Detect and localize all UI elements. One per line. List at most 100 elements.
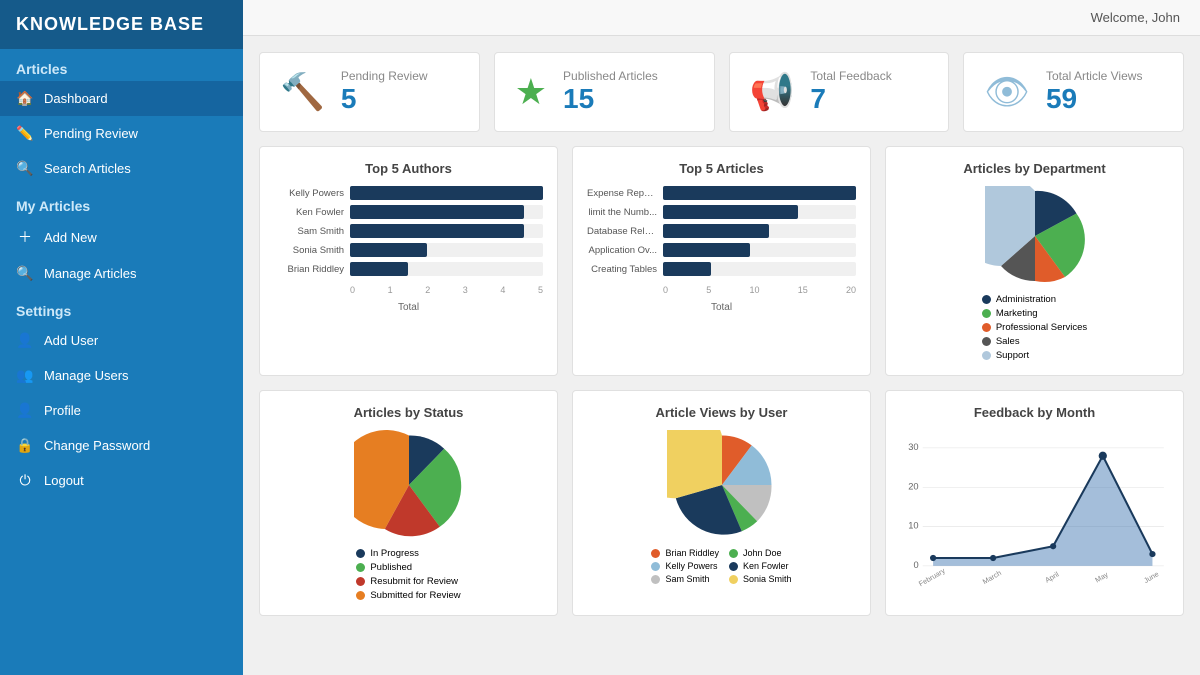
articles-by-status-card: Articles by Status [259, 390, 558, 616]
bar-fill [663, 205, 798, 219]
stat-card-published: ★ Published Articles 15 [494, 52, 715, 132]
legend-item-marketing: Marketing [982, 308, 1087, 319]
bar-row-database: Database Rela... [587, 224, 856, 238]
bar-row-sonia: Sonia Smith [274, 243, 543, 257]
stat-cards-row: 🔨 Pending Review 5 ★ Published Articles … [259, 52, 1184, 132]
bar-container [350, 262, 543, 276]
add-user-icon: 👤 [16, 332, 34, 349]
bar-label: Sam Smith [274, 226, 344, 237]
bar-fill [350, 243, 427, 257]
bar-container [663, 262, 856, 276]
pending-review-label: Pending Review [341, 69, 428, 83]
bar-label: Kelly Powers [274, 188, 344, 199]
bar-fill [663, 262, 711, 276]
views-value: 59 [1046, 83, 1143, 115]
top-authors-title: Top 5 Authors [274, 161, 543, 176]
sidebar-label-add-user: Add User [44, 333, 98, 348]
svg-text:March: March [981, 568, 1003, 586]
sidebar-item-pending-review[interactable]: ✏️ Pending Review [0, 116, 243, 151]
sidebar-section-articles: Articles 🏠 Dashboard ✏️ Pending Review 🔍… [0, 49, 243, 186]
dept-legend: Administration Marketing Professional Se… [982, 294, 1087, 361]
bar-row-limit: limit the Numb... [587, 205, 856, 219]
bar-container [663, 205, 856, 219]
legend-item-resubmit: Resubmit for Review [356, 576, 460, 587]
stat-card-views: 👁 Total Article Views 59 [963, 52, 1184, 132]
status-legend: In Progress Published Resubmit for Revie… [356, 548, 460, 601]
bar-fill [350, 224, 524, 238]
sidebar-label-profile: Profile [44, 403, 81, 418]
bar-fill [663, 243, 750, 257]
svg-text:May: May [1093, 570, 1110, 585]
feedback-value: 7 [810, 83, 891, 115]
bar-row-sam: Sam Smith [274, 224, 543, 238]
top-articles-title: Top 5 Articles [587, 161, 856, 176]
content-area: 🔨 Pending Review 5 ★ Published Articles … [243, 36, 1200, 675]
user-legend: Brian Riddley Kelly Powers Sam Smith [651, 548, 791, 584]
feedback-svg: 30 20 10 0 February March April May [900, 430, 1169, 590]
svg-text:20: 20 [908, 481, 918, 491]
sidebar-label-dashboard: Dashboard [44, 91, 108, 106]
search-articles-icon: 🔍 [16, 160, 34, 177]
change-password-icon: 🔒 [16, 437, 34, 454]
bar-row-ken: Ken Fowler [274, 205, 543, 219]
bar-label: Ken Fowler [274, 207, 344, 218]
main-content: Welcome, John 🔨 Pending Review 5 ★ Publi… [243, 0, 1200, 675]
top-authors-card: Top 5 Authors Kelly Powers Ken Fowler [259, 146, 558, 376]
svg-text:30: 30 [908, 442, 918, 452]
pending-review-value: 5 [341, 83, 428, 115]
bar-container [663, 243, 856, 257]
svg-text:February: February [917, 566, 947, 588]
bar-row-app: Application Ov... [587, 243, 856, 257]
bar-fill [350, 262, 408, 276]
pending-review-icon: ✏️ [16, 125, 34, 142]
topbar: Welcome, John [243, 0, 1200, 36]
bar-fill [350, 186, 543, 200]
published-label: Published Articles [563, 69, 658, 83]
star-icon: ★ [515, 71, 547, 113]
top-authors-chart: Kelly Powers Ken Fowler Sam Smith [274, 186, 543, 313]
articles-by-dept-card: Articles by Department [885, 146, 1184, 376]
top-articles-card: Top 5 Articles Expense Repo... limit the… [572, 146, 871, 376]
sidebar-section-my-articles: My Articles ＋ Add New 🔍 Manage Articles [0, 186, 243, 291]
bar-container [663, 224, 856, 238]
bar-container [350, 224, 543, 238]
bar-row-kelly: Kelly Powers [274, 186, 543, 200]
app-title: KNOWLEDGE BASE [0, 0, 243, 49]
bar-container [350, 186, 543, 200]
sidebar-item-manage-users[interactable]: 👥 Manage Users [0, 358, 243, 393]
legend-item-published: Published [356, 562, 460, 573]
bar-label: Creating Tables [587, 264, 657, 275]
dashboard-icon: 🏠 [16, 90, 34, 107]
svg-text:April: April [1043, 569, 1060, 584]
sidebar-item-add-new[interactable]: ＋ Add New [0, 218, 243, 256]
sidebar-item-profile[interactable]: 👤 Profile [0, 393, 243, 428]
bar-label: Brian Riddley [274, 264, 344, 275]
status-pie-container: In Progress Published Resubmit for Revie… [274, 430, 543, 601]
bar-container [663, 186, 856, 200]
sidebar-label-manage-users: Manage Users [44, 368, 129, 383]
sidebar-item-add-user[interactable]: 👤 Add User [0, 323, 243, 358]
published-value: 15 [563, 83, 658, 115]
user-pie-container: Brian Riddley Kelly Powers Sam Smith [587, 430, 856, 584]
bar-row-brian: Brian Riddley [274, 262, 543, 276]
sidebar-item-manage-articles[interactable]: 🔍 Manage Articles [0, 256, 243, 291]
feedback-line-chart: 30 20 10 0 February March April May [900, 430, 1169, 593]
bar-label: Database Rela... [587, 226, 657, 237]
welcome-message: Welcome, John [1091, 10, 1180, 25]
bar-fill [663, 186, 856, 200]
sidebar-item-logout[interactable]: ⏻ Logout [0, 463, 243, 498]
sidebar-label-add-new: Add New [44, 230, 97, 245]
bar-row-expense: Expense Repo... [587, 186, 856, 200]
svg-text:10: 10 [908, 521, 918, 531]
sidebar-item-search-articles[interactable]: 🔍 Search Articles [0, 151, 243, 186]
sidebar-item-change-password[interactable]: 🔒 Change Password [0, 428, 243, 463]
legend-item-in-progress: In Progress [356, 548, 460, 559]
sidebar-label-search-articles: Search Articles [44, 161, 131, 176]
user-pie-chart [667, 430, 777, 540]
sidebar-label-change-password: Change Password [44, 438, 150, 453]
axis-label: Total [587, 302, 856, 313]
feedback-label: Total Feedback [810, 69, 891, 83]
sidebar-item-dashboard[interactable]: 🏠 Dashboard [0, 81, 243, 116]
axis-label: Total [274, 302, 543, 313]
legend-item-admin: Administration [982, 294, 1087, 305]
